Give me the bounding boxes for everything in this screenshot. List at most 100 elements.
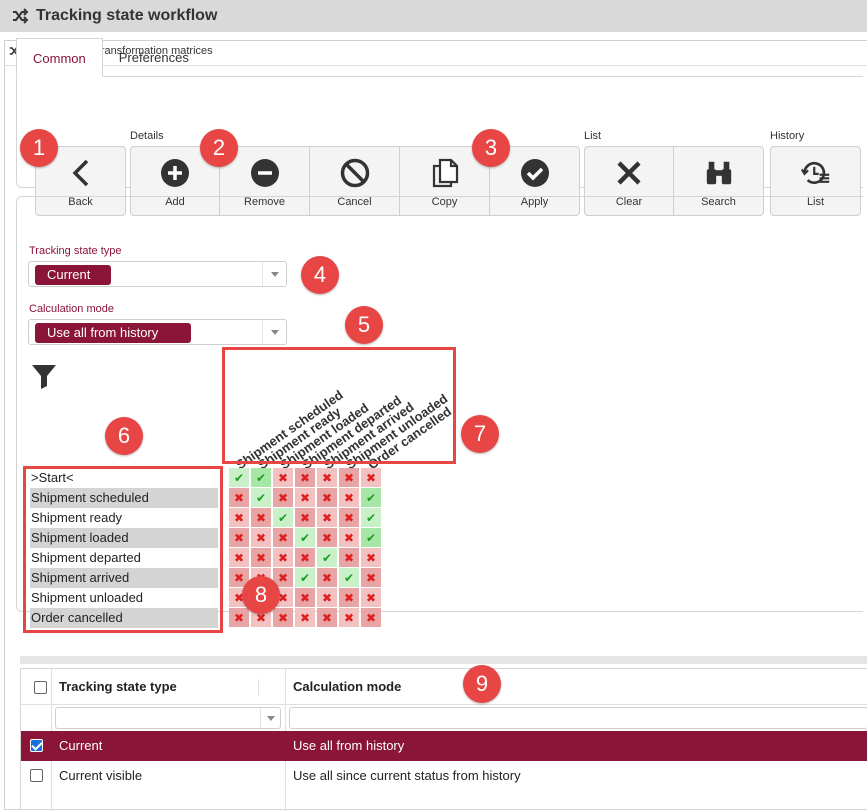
cross-icon[interactable]: ✖ <box>251 548 271 567</box>
annotation-badge: 5 <box>345 306 383 344</box>
row-type: Current <box>59 738 103 753</box>
annotation-badge: 2 <box>200 129 238 167</box>
calculation-mode-label: Calculation mode <box>29 303 114 315</box>
check-icon[interactable]: ✔ <box>339 568 359 587</box>
minus-circle-icon <box>250 158 280 188</box>
cross-icon[interactable]: ✖ <box>339 508 359 527</box>
row-checkbox[interactable] <box>30 769 43 782</box>
row-mode: Use all from history <box>293 738 405 753</box>
cross-icon[interactable]: ✖ <box>317 568 337 587</box>
chevron-down-icon[interactable] <box>262 320 286 344</box>
check-icon[interactable]: ✔ <box>295 568 315 587</box>
tab-bar: Common Preferences <box>16 38 205 77</box>
annotation-badge: 8 <box>242 576 280 614</box>
check-icon[interactable]: ✔ <box>251 468 271 487</box>
column-header-type[interactable]: Tracking state type <box>59 669 177 705</box>
annotation-badge: 7 <box>461 415 499 453</box>
cross-icon[interactable]: ✖ <box>295 468 315 487</box>
tracking-state-type-chip: Current <box>35 265 111 285</box>
cross-icon[interactable]: ✖ <box>229 608 249 627</box>
cross-icon[interactable]: ✖ <box>361 588 381 607</box>
chevron-left-icon <box>66 158 96 188</box>
mode-filter-input[interactable] <box>289 707 867 729</box>
check-icon[interactable]: ✔ <box>295 528 315 547</box>
cross-icon[interactable]: ✖ <box>361 568 381 587</box>
cross-icon[interactable]: ✖ <box>339 548 359 567</box>
copy-icon <box>430 158 460 188</box>
cross-icon[interactable]: ✖ <box>339 528 359 547</box>
cross-icon[interactable]: ✖ <box>317 468 337 487</box>
calculation-mode-chip: Use all from history <box>35 323 191 343</box>
column-header-mode[interactable]: Calculation mode <box>293 669 401 705</box>
cross-icon[interactable]: ✖ <box>251 508 271 527</box>
table-row[interactable]: Current Use all from history <box>21 731 867 761</box>
cross-icon[interactable]: ✖ <box>295 488 315 507</box>
table-row[interactable]: Current visible Use all since current st… <box>21 761 867 791</box>
cross-icon[interactable]: ✖ <box>273 488 293 507</box>
cross-icon[interactable]: ✖ <box>229 508 249 527</box>
cross-icon[interactable]: ✖ <box>273 468 293 487</box>
type-filter-input[interactable] <box>55 707 281 729</box>
plus-circle-icon <box>160 158 190 188</box>
check-icon[interactable]: ✔ <box>361 528 381 547</box>
row-mode: Use all since current status from histor… <box>293 768 521 783</box>
cross-icon[interactable]: ✖ <box>361 468 381 487</box>
check-icon[interactable]: ✔ <box>361 488 381 507</box>
cross-icon[interactable]: ✖ <box>295 588 315 607</box>
cross-icon[interactable]: ✖ <box>251 528 271 547</box>
annotation-badge: 4 <box>301 256 339 294</box>
annotation-badge: 1 <box>20 129 58 167</box>
cross-icon[interactable]: ✖ <box>339 588 359 607</box>
column-divider <box>258 679 259 695</box>
cross-icon[interactable]: ✖ <box>317 488 337 507</box>
calculation-mode-select[interactable]: Use all from history <box>28 319 287 345</box>
window-title: Tracking state workflow <box>36 7 218 24</box>
highlight-column-headers <box>222 347 456 464</box>
history-list-icon <box>800 158 831 188</box>
cross-icon[interactable]: ✖ <box>229 488 249 507</box>
cross-icon[interactable]: ✖ <box>295 508 315 527</box>
annotation-badge: 3 <box>472 129 510 167</box>
cross-icon[interactable]: ✖ <box>339 608 359 627</box>
cross-icon[interactable]: ✖ <box>339 488 359 507</box>
cross-icon[interactable]: ✖ <box>273 528 293 547</box>
cross-icon[interactable]: ✖ <box>317 588 337 607</box>
cross-icon[interactable]: ✖ <box>229 528 249 547</box>
annotation-badge: 9 <box>463 665 501 703</box>
row-checkbox[interactable] <box>30 739 43 752</box>
tracking-state-type-label: Tracking state type <box>29 245 122 257</box>
select-all-checkbox[interactable] <box>34 681 47 694</box>
tracking-state-grid: Tracking state type Calculation mode Cur… <box>20 668 867 811</box>
cross-icon[interactable]: ✖ <box>317 528 337 547</box>
annotation-badge: 6 <box>105 417 143 455</box>
cross-icon[interactable]: ✖ <box>361 608 381 627</box>
cross-icon[interactable]: ✖ <box>361 548 381 567</box>
check-icon[interactable]: ✔ <box>229 468 249 487</box>
ban-icon <box>340 158 370 188</box>
chevron-down-icon[interactable] <box>260 708 280 728</box>
cross-icon[interactable]: ✖ <box>317 608 337 627</box>
row-type: Current visible <box>59 768 143 783</box>
window-titlebar: Tracking state workflow <box>0 0 867 32</box>
check-icon[interactable]: ✔ <box>273 508 293 527</box>
check-icon[interactable]: ✔ <box>361 508 381 527</box>
cross-icon[interactable]: ✖ <box>295 548 315 567</box>
cross-icon[interactable]: ✖ <box>339 468 359 487</box>
tab-preferences[interactable]: Preferences <box>103 38 205 77</box>
binoculars-icon <box>704 158 734 188</box>
cross-icon[interactable]: ✖ <box>273 548 293 567</box>
check-circle-icon <box>520 158 550 188</box>
cross-icon[interactable]: ✖ <box>295 608 315 627</box>
check-icon[interactable]: ✔ <box>317 548 337 567</box>
cross-icon[interactable]: ✖ <box>273 608 293 627</box>
close-icon <box>614 158 644 188</box>
splitter-handle[interactable] <box>20 656 867 664</box>
cross-icon[interactable]: ✖ <box>229 548 249 567</box>
chevron-down-icon[interactable] <box>262 262 286 286</box>
filter-icon[interactable] <box>30 362 58 390</box>
tab-common[interactable]: Common <box>16 38 103 77</box>
tracking-state-type-select[interactable]: Current <box>28 261 287 287</box>
check-icon[interactable]: ✔ <box>251 488 271 507</box>
cross-icon[interactable]: ✖ <box>317 508 337 527</box>
group-label-list: List <box>584 130 602 142</box>
